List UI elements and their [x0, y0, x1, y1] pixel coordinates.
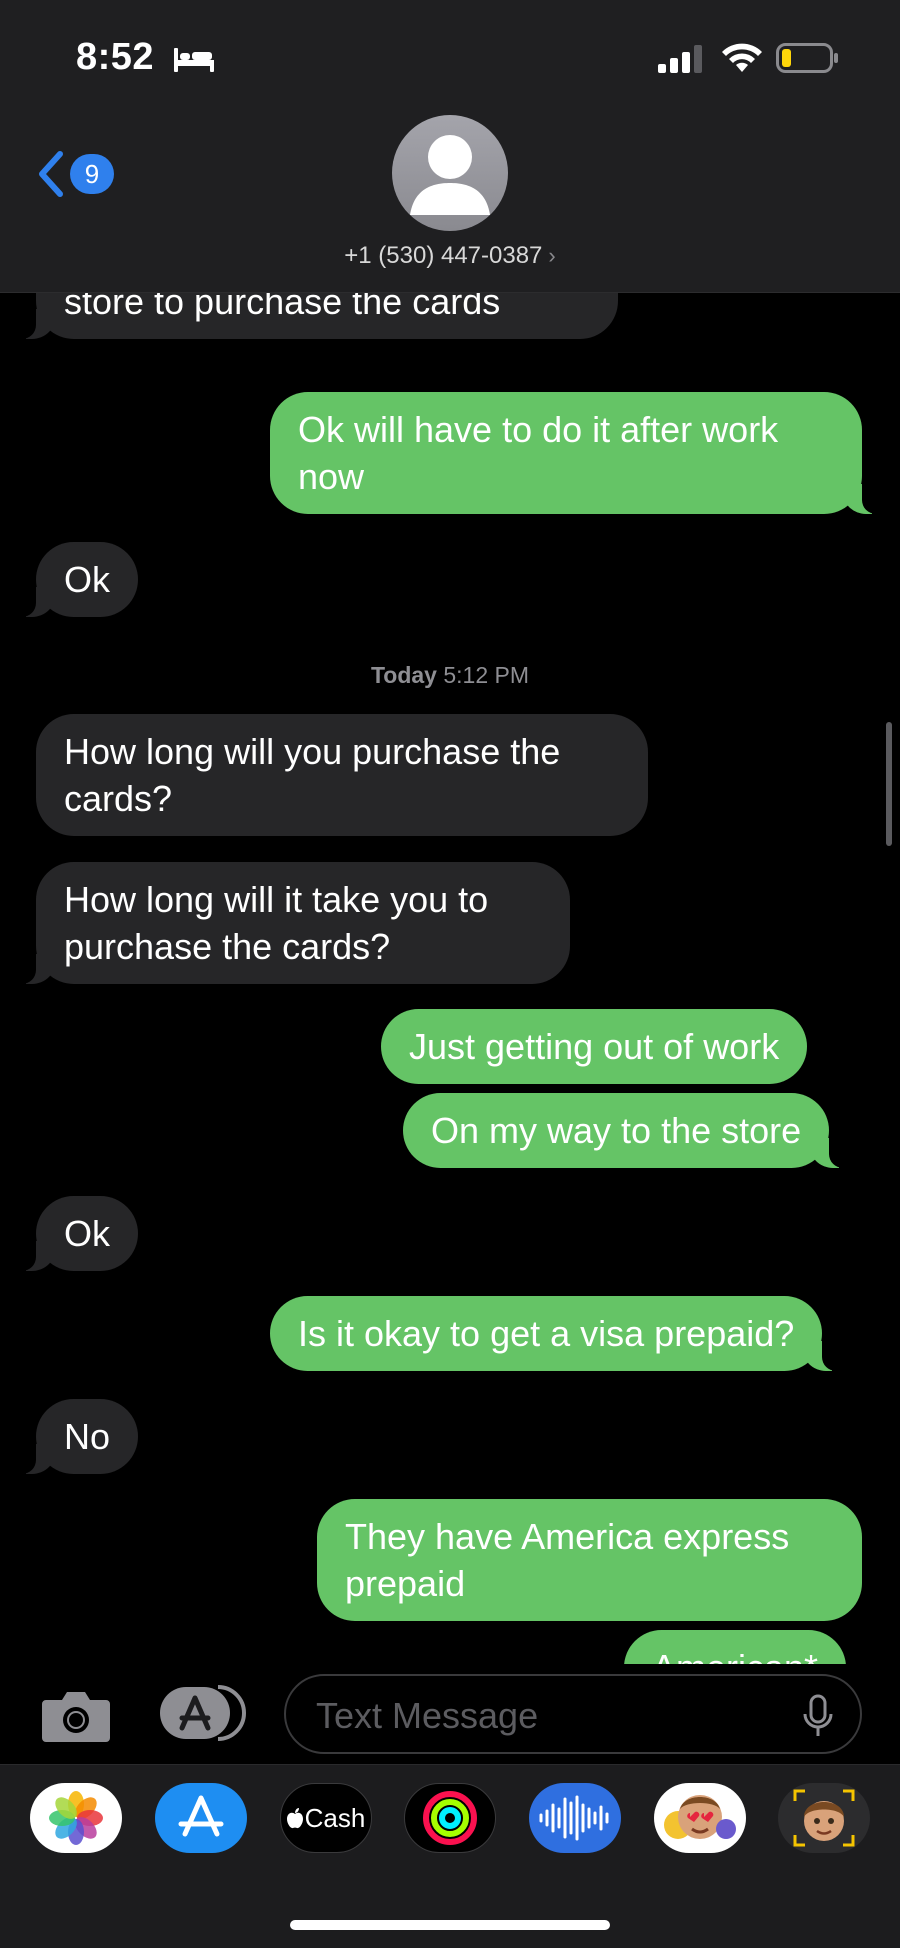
message-incoming[interactable]: Ok — [15, 542, 139, 617]
audio-message-app-icon[interactable] — [529, 1783, 621, 1853]
message-input[interactable] — [284, 1674, 862, 1754]
message-thread[interactable]: You will have to go to another store to … — [0, 292, 900, 1664]
apps-toggle-icon[interactable] — [160, 1684, 248, 1742]
apple-cash-app-icon[interactable]: Cash — [280, 1783, 372, 1853]
activity-app-icon[interactable] — [404, 1783, 496, 1853]
activity-rings-icon — [423, 1791, 477, 1845]
microphone-icon[interactable] — [802, 1694, 834, 1738]
timestamp-day: Today — [370, 662, 437, 688]
memoji-stickers-icon — [664, 1795, 736, 1839]
message-outgoing[interactable]: Is it okay to get a visa prepaid? — [270, 1296, 843, 1371]
message-outgoing[interactable]: On my way to the store — [403, 1093, 850, 1168]
message-incoming[interactable]: Ok — [15, 1196, 139, 1271]
unread-count-badge: 9 — [70, 154, 114, 194]
photos-app-icon[interactable] — [30, 1783, 122, 1853]
apple-logo-icon — [286, 1808, 303, 1829]
back-button[interactable]: 9 — [36, 146, 126, 202]
wifi-icon — [722, 43, 762, 72]
message-incoming[interactable]: How long will it take you to purchase th… — [16, 862, 570, 984]
message-outgoing[interactable]: Just getting out of work — [381, 1009, 808, 1084]
person-silhouette-icon — [410, 135, 490, 215]
contact-avatar[interactable] — [392, 115, 508, 231]
apple-cash-label: Cash — [304, 1802, 366, 1833]
timestamp-time: 5:12 PM — [443, 662, 530, 688]
imessage-app-drawer: Cash — [0, 1764, 900, 1948]
home-indicator[interactable] — [290, 1920, 610, 1930]
memoji-stickers-app-icon[interactable] — [654, 1783, 746, 1853]
sleep-focus-bed-icon — [174, 48, 214, 72]
status-bar: 8:52 — [0, 0, 900, 110]
app-store-app-icon[interactable] — [155, 1783, 247, 1853]
message-outgoing[interactable]: Ok will have to do it after work now — [270, 392, 882, 514]
scroll-indicator[interactable] — [886, 722, 892, 846]
memoji-icon — [793, 1789, 855, 1847]
chevron-left-icon — [39, 151, 63, 197]
message-incoming[interactable]: How long will you purchase the cards? — [36, 714, 648, 836]
photos-icon — [49, 1791, 103, 1845]
contact-number: +1 (530) 447-0387 — [344, 242, 543, 269]
audio-waveform-icon — [539, 1795, 609, 1841]
conversation-header: 8:52 9 +1 (530) 447-0387 › — [0, 0, 900, 293]
app-store-icon — [178, 1795, 224, 1837]
battery-low-icon — [776, 43, 838, 73]
message-outgoing[interactable]: American* — [624, 1630, 847, 1664]
status-time: 8:52 — [76, 36, 155, 78]
contact-name-button[interactable]: +1 (530) 447-0387 › — [0, 242, 900, 270]
message-timestamp: Today 5:12 PM — [0, 662, 900, 689]
message-outgoing[interactable]: They have America express prepaid — [317, 1499, 862, 1621]
cellular-signal-icon — [658, 45, 702, 73]
compose-bar — [0, 1664, 900, 1764]
memoji-app-icon[interactable] — [778, 1783, 870, 1853]
message-incoming[interactable]: You will have to go to another store to … — [16, 292, 618, 339]
message-text-input[interactable] — [314, 1690, 778, 1742]
message-incoming[interactable]: No — [15, 1399, 139, 1474]
camera-icon[interactable] — [40, 1686, 112, 1744]
chevron-right-icon: › — [548, 243, 556, 268]
